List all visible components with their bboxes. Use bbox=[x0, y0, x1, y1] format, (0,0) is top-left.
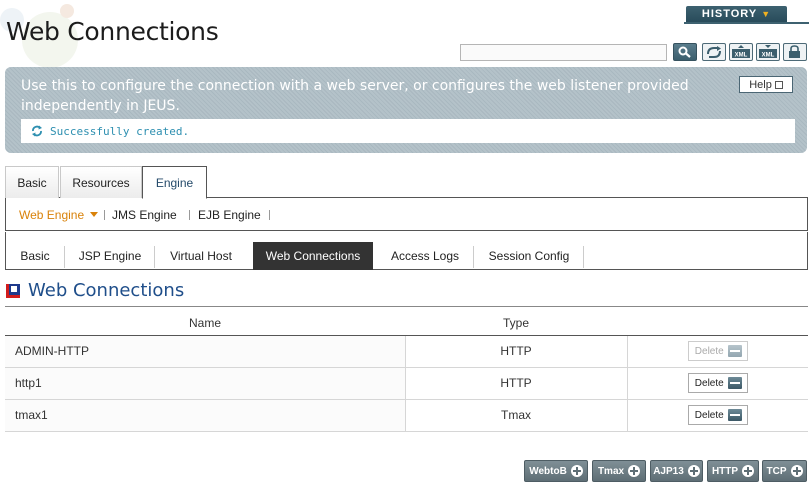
add-ajp13-button[interactable]: AJP13 bbox=[650, 460, 703, 482]
chevron-down-icon: ▼ bbox=[761, 9, 772, 19]
section-icon bbox=[6, 284, 20, 298]
tab-basic[interactable]: Basic bbox=[5, 166, 59, 198]
help-label: Help bbox=[749, 78, 772, 91]
tab-virtual-host[interactable]: Virtual Host bbox=[159, 242, 243, 270]
table-row: http1 HTTP Delete bbox=[5, 367, 808, 400]
plus-icon bbox=[742, 465, 755, 477]
lock-icon bbox=[789, 45, 800, 58]
nav-web-engine[interactable]: Web Engine bbox=[19, 208, 99, 222]
tab-divider bbox=[473, 246, 474, 268]
delete-icon bbox=[727, 377, 742, 389]
tab-web-basic[interactable]: Basic bbox=[12, 242, 58, 270]
add-ajp13-label: AJP13 bbox=[653, 465, 684, 477]
refresh-button[interactable] bbox=[702, 43, 726, 61]
delete-button[interactable]: Delete bbox=[687, 373, 748, 393]
svg-text:XML: XML bbox=[735, 53, 748, 59]
xml-export-icon: XML bbox=[732, 45, 750, 59]
tab-access-logs[interactable]: Access Logs bbox=[382, 242, 468, 270]
tab-session-config[interactable]: Session Config bbox=[479, 242, 579, 270]
add-webtob-label: WebtoB bbox=[529, 465, 567, 477]
connection-name[interactable]: http1 bbox=[5, 367, 405, 400]
tab-web-connections[interactable]: Web Connections bbox=[253, 242, 373, 270]
xml-import-icon: XML bbox=[759, 45, 777, 59]
nav-divider bbox=[189, 210, 190, 220]
lock-button[interactable] bbox=[783, 43, 807, 61]
status-message: Successfully created. bbox=[50, 124, 190, 138]
delete-button: Delete bbox=[687, 341, 748, 361]
sync-icon bbox=[32, 125, 42, 137]
delete-icon bbox=[727, 345, 742, 357]
plus-icon bbox=[628, 465, 641, 477]
nav-ejb-engine[interactable]: EJB Engine bbox=[198, 208, 261, 222]
connection-type: Tmax bbox=[404, 399, 628, 432]
plus-icon bbox=[687, 465, 700, 477]
add-tcp-button[interactable]: TCP bbox=[762, 460, 807, 482]
add-tmax-label: Tmax bbox=[597, 465, 625, 477]
history-label: HISTORY bbox=[701, 8, 758, 20]
plus-icon bbox=[790, 465, 803, 477]
history-button[interactable]: HISTORY ▼ bbox=[686, 6, 787, 23]
plus-icon bbox=[570, 465, 583, 477]
add-tcp-label: TCP bbox=[766, 465, 787, 477]
status-message-bar: Successfully created. bbox=[21, 119, 795, 143]
connection-name[interactable]: tmax1 bbox=[5, 399, 405, 432]
delete-label: Delete bbox=[694, 345, 724, 357]
engine-nav: Web Engine JMS Engine EJB Engine bbox=[5, 198, 808, 231]
column-header-type: Type bbox=[405, 311, 627, 336]
column-header-actions bbox=[627, 311, 808, 336]
delete-button[interactable]: Delete bbox=[687, 405, 748, 425]
xml-export-button[interactable]: XML bbox=[729, 43, 753, 61]
table-row: ADMIN-HTTP HTTP Delete bbox=[5, 335, 808, 368]
web-engine-tabs: Basic JSP Engine Virtual Host Web Connec… bbox=[5, 232, 808, 270]
xml-import-button[interactable]: XML bbox=[756, 43, 780, 61]
caret-down-icon bbox=[90, 212, 99, 217]
tab-divider bbox=[154, 246, 155, 268]
add-http-button[interactable]: HTTP bbox=[707, 460, 759, 482]
nav-web-engine-label: Web Engine bbox=[19, 208, 85, 222]
nav-divider bbox=[104, 210, 105, 220]
section-divider bbox=[5, 306, 808, 307]
page-title: Web Connections bbox=[6, 17, 219, 46]
search-input[interactable] bbox=[460, 44, 667, 61]
add-http-label: HTTP bbox=[711, 465, 739, 477]
tab-divider bbox=[64, 246, 65, 268]
add-tmax-button[interactable]: Tmax bbox=[592, 460, 646, 482]
tab-divider bbox=[583, 246, 584, 268]
section-title: Web Connections bbox=[28, 280, 185, 301]
tab-jsp-engine[interactable]: JSP Engine bbox=[70, 242, 150, 270]
delete-label: Delete bbox=[694, 377, 724, 389]
search-button[interactable] bbox=[673, 43, 697, 61]
tab-resources[interactable]: Resources bbox=[60, 166, 142, 198]
delete-label: Delete bbox=[694, 409, 724, 421]
help-button[interactable]: Help bbox=[739, 76, 793, 93]
search-icon bbox=[678, 46, 691, 58]
page-description: Use this to configure the connection wit… bbox=[21, 78, 689, 114]
history-divider bbox=[684, 22, 809, 24]
svg-text:XML: XML bbox=[762, 53, 775, 59]
connection-type: HTTP bbox=[404, 335, 628, 368]
connections-table: Name Type ADMIN-HTTP HTTP Delete http1 H… bbox=[5, 311, 808, 432]
connection-type: HTTP bbox=[404, 367, 628, 400]
title-decoration bbox=[60, 4, 74, 18]
nav-divider bbox=[269, 210, 270, 220]
popup-icon bbox=[774, 80, 783, 89]
add-webtob-button[interactable]: WebtoB bbox=[524, 460, 588, 482]
column-header-name: Name bbox=[5, 311, 405, 336]
nav-jms-engine[interactable]: JMS Engine bbox=[112, 208, 177, 222]
table-row: tmax1 Tmax Delete bbox=[5, 399, 808, 432]
table-header-row: Name Type bbox=[5, 311, 808, 336]
connection-name[interactable]: ADMIN-HTTP bbox=[5, 335, 405, 368]
tab-engine[interactable]: Engine bbox=[142, 166, 207, 199]
main-tabs: Basic Resources Engine bbox=[5, 166, 808, 199]
delete-icon bbox=[727, 409, 742, 421]
refresh-icon bbox=[707, 45, 721, 58]
info-banner: Use this to configure the connection wit… bbox=[5, 67, 807, 153]
